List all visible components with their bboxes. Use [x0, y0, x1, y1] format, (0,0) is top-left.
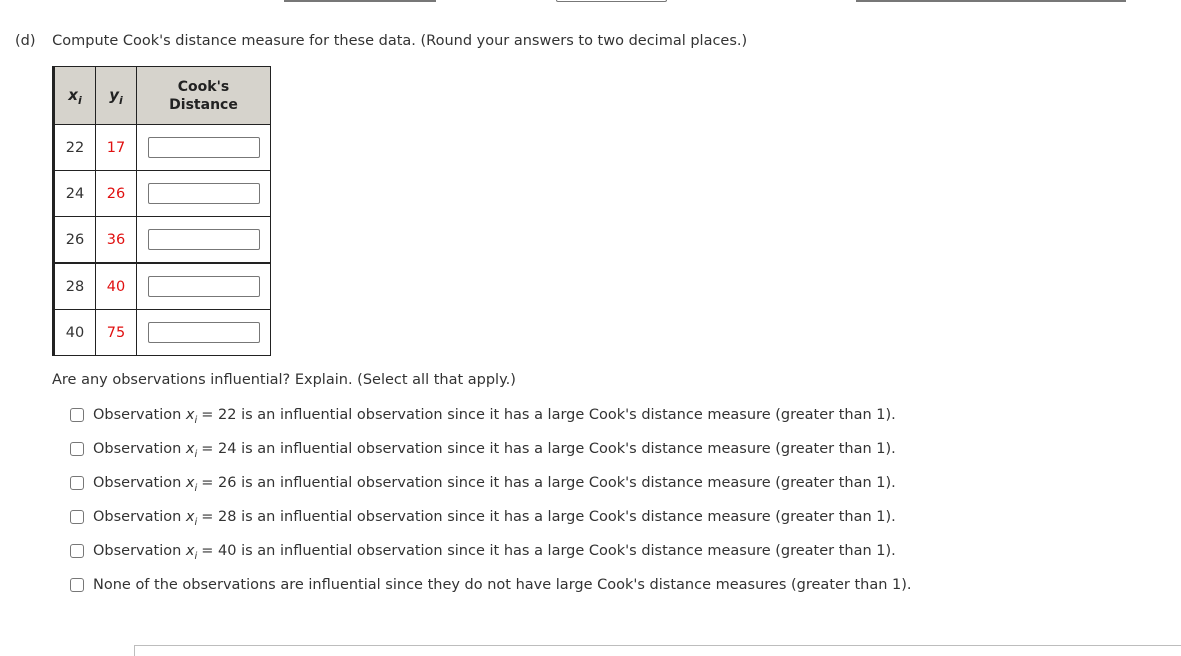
part-instruction: Compute Cook's distance measure for thes… — [52, 33, 748, 49]
table-header-row: xi yi Cook's Distance — [53, 66, 271, 125]
next-section-panel — [134, 645, 1181, 656]
influential-options: Observation x i = 22 is an influential obs… — [70, 398, 912, 602]
table-row: 22 17 — [53, 124, 271, 171]
table-row: 28 40 — [53, 262, 271, 310]
option-observation-24[interactable]: Observation x i = 24 is an influential obs… — [70, 432, 912, 466]
checkbox[interactable] — [70, 408, 84, 422]
x-value: 22 — [53, 124, 96, 171]
cooks-distance-input[interactable] — [147, 137, 260, 158]
part-heading: (d) Compute Cook's distance measure for … — [15, 33, 747, 49]
checkbox[interactable] — [70, 544, 84, 558]
header-y: yi — [95, 66, 137, 125]
option-none-influential[interactable]: None of the observations are influential… — [70, 568, 912, 602]
cooks-distance-input[interactable] — [147, 183, 260, 204]
cooks-distance-table: xi yi Cook's Distance 22 17 24 26 26 36 2… — [52, 66, 271, 356]
previous-answer-field-1[interactable] — [284, 0, 436, 3]
y-value: 75 — [95, 309, 137, 356]
checkbox[interactable] — [70, 476, 84, 490]
option-observation-40[interactable]: Observation x i = 40 is an influential obs… — [70, 534, 912, 568]
part-label: (d) — [15, 33, 36, 49]
previous-answer-field-3[interactable] — [856, 0, 1126, 3]
checkbox[interactable] — [70, 442, 84, 456]
y-value: 36 — [95, 216, 137, 264]
header-x: xi — [53, 66, 96, 125]
option-observation-22[interactable]: Observation x i = 22 is an influential obs… — [70, 398, 912, 432]
checkbox[interactable] — [70, 578, 84, 592]
y-value: 26 — [95, 170, 137, 217]
option-observation-26[interactable]: Observation x i = 26 is an influential obs… — [70, 466, 912, 500]
option-observation-28[interactable]: Observation x i = 28 is an influential obs… — [70, 500, 912, 534]
previous-answer-field-2[interactable] — [556, 0, 667, 2]
cooks-distance-input[interactable] — [147, 322, 260, 343]
cooks-distance-input[interactable] — [147, 229, 260, 250]
header-cooks-distance: Cook's Distance — [136, 66, 271, 125]
table-row: 24 26 — [53, 170, 271, 217]
x-value: 28 — [53, 262, 96, 310]
x-value: 26 — [53, 216, 96, 264]
cooks-distance-input[interactable] — [147, 276, 260, 297]
table-row: 40 75 — [53, 309, 271, 356]
table-row: 26 36 — [53, 216, 271, 264]
checkbox[interactable] — [70, 510, 84, 524]
y-value: 17 — [95, 124, 137, 171]
y-value: 40 — [95, 262, 137, 310]
x-value: 24 — [53, 170, 96, 217]
x-value: 40 — [53, 309, 96, 356]
influential-question: Are any observations influential? Explai… — [52, 372, 516, 388]
